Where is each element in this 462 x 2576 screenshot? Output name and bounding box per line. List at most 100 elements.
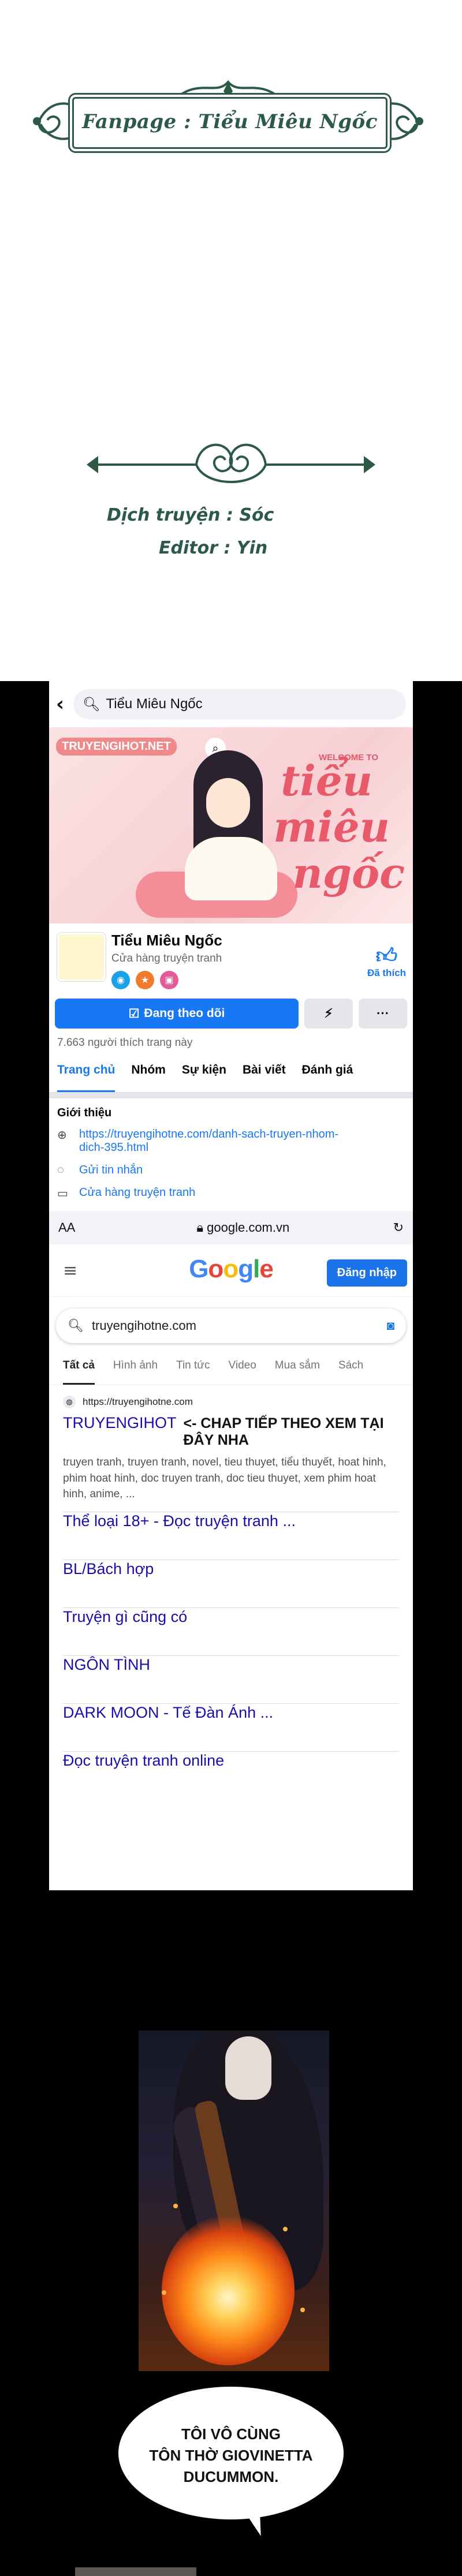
phone-screenshot: ‹ 🔍︎ Tiểu Miêu Ngốc TRUYENGIHOT.NET ⌕ WE…: [49, 681, 413, 1890]
sitelink[interactable]: Truyện gì cũng có: [63, 1607, 399, 1655]
search-icon: 🔍︎: [83, 696, 100, 712]
fanpage-title: Fanpage : Tiểu Miêu Ngốc: [82, 110, 378, 133]
globe-badge-icon: ◉: [111, 971, 130, 989]
cover-girl-face: [206, 778, 250, 828]
globe-icon: ⊕: [57, 1129, 67, 1142]
intro-website-link[interactable]: https://truyengihotne.com/danh-sach-truy…: [79, 1128, 338, 1154]
intro-message-row[interactable]: ◌ Gửi tin nhắn: [49, 1159, 413, 1182]
section-separator: [49, 1093, 413, 1098]
like-label: Đã thích: [367, 967, 406, 978]
intro-website-row[interactable]: ⊕ https://truyengihotne.com/danh-sach-tr…: [49, 1123, 413, 1159]
send-message-link[interactable]: Gửi tin nhắn: [79, 1164, 143, 1177]
next-panel-edge: [75, 2567, 196, 2576]
address-url[interactable]: 🔒︎ google.com.vn: [93, 1220, 393, 1235]
messenger-outline-icon: ◌: [57, 1164, 64, 1176]
page-tabs: Trang chủ Nhóm Sự kiện Bài viết Đánh giá: [49, 1057, 413, 1093]
tab-groups[interactable]: Nhóm: [131, 1063, 166, 1092]
cover-photo[interactable]: TRUYENGIHOT.NET ⌕ WELCOME TO tiểu miêu n…: [49, 727, 413, 924]
result-site[interactable]: ◍ https://truyengihotne.com: [49, 1385, 413, 1412]
more-label: ···: [377, 1006, 389, 1020]
speech-bubble: TÔI VÔ CÙNG TÔN THỜ GIOVINETTA DUCUMMON.: [118, 2387, 344, 2519]
tab-home[interactable]: Trang chủ: [57, 1063, 116, 1092]
speech-line-2: TÔN THỜ GIOVINETTA: [149, 2446, 313, 2464]
torch-fire: [162, 2215, 295, 2365]
likes-count: 7.663 người thích trang này: [57, 1037, 193, 1049]
google-tab-video[interactable]: Video: [229, 1359, 256, 1385]
page-profile: Tiểu Miêu Ngốc Cửa hàng truyện tranh ◉ ★…: [49, 924, 413, 999]
speech-text: TÔI VÔ CÙNG TÔN THỜ GIOVINETTA DUCUMMON.: [118, 2424, 344, 2488]
next-chapter-overlay: <- CHAP TIẾP THEO XEM TẠI ĐÂY NHA: [183, 1415, 384, 1448]
messenger-icon: ⚡︎: [324, 1006, 333, 1020]
google-header: ≡ Google Đăng nhập: [49, 1244, 413, 1297]
page-actions: ☑ Đang theo dõi ⚡︎ ···: [49, 999, 413, 1029]
tab-posts[interactable]: Bài viết: [243, 1063, 286, 1092]
star-badge-icon: ★: [136, 971, 154, 989]
ember: [283, 2227, 288, 2231]
google-query: truyengihotne.com: [91, 1318, 196, 1333]
figure-hood: [225, 2036, 271, 2100]
sitelink[interactable]: DARK MOON - Tế Đàn Ánh ...: [63, 1703, 399, 1751]
text-size-button[interactable]: AA: [58, 1220, 93, 1235]
fanpage-banner: Fanpage : Tiểu Miêu Ngốc: [29, 80, 427, 156]
cover-script-3: ngốc: [292, 848, 405, 898]
google-tab-all[interactable]: Tất cả: [63, 1359, 95, 1385]
google-search-icon: 🔍︎: [68, 1318, 84, 1333]
google-tabs: Tất cả Hình ảnh Tin tức Video Mua sắm Sá…: [49, 1343, 413, 1385]
tab-reviews[interactable]: Đánh giá: [302, 1063, 353, 1092]
credits-section: Fanpage : Tiểu Miêu Ngốc Dịch truyện : S…: [0, 0, 462, 681]
page-name[interactable]: Tiểu Miêu Ngốc: [111, 932, 222, 949]
more-button[interactable]: ···: [359, 999, 407, 1029]
speech-line-3: DUCUMMON.: [183, 2467, 279, 2485]
facebook-search-text: Tiểu Miêu Ngốc: [106, 696, 203, 712]
store-category-link[interactable]: Cửa hàng truyện tranh: [79, 1186, 195, 1199]
google-tab-images[interactable]: Hình ảnh: [113, 1359, 158, 1385]
intro-store-row[interactable]: ▭ Cửa hàng truyện tranh: [49, 1182, 413, 1205]
messenger-button[interactable]: ⚡︎: [304, 999, 353, 1029]
cover-girl-body: [185, 837, 277, 900]
store-icon: ▭: [57, 1187, 68, 1200]
editor-credit: Editor : Yin: [159, 538, 268, 558]
translator-credit: Dịch truyện : Sóc: [107, 505, 274, 525]
ornament-divider-icon: [87, 443, 375, 483]
page-badges: ◉ ★ ▣: [111, 971, 178, 989]
result-site-url: https://truyengihotne.com: [83, 1396, 193, 1407]
ember: [300, 2308, 305, 2312]
cover-watermark: TRUYENGIHOT.NET: [56, 738, 177, 756]
cover-script-1: tiểu: [281, 756, 372, 805]
ember: [173, 2204, 178, 2208]
sitelink[interactable]: NGÔN TÌNH: [63, 1655, 399, 1703]
facebook-topbar: ‹ 🔍︎ Tiểu Miêu Ngốc: [49, 681, 413, 727]
lock-icon: 🔒︎: [196, 1220, 207, 1235]
follow-check-icon: ☑: [128, 1007, 140, 1020]
comic-panel: [139, 2031, 329, 2371]
reload-icon[interactable]: ↻: [393, 1220, 404, 1235]
google-login-button[interactable]: Đăng nhập: [326, 1259, 407, 1287]
camera-lens-icon[interactable]: ◙: [387, 1318, 394, 1333]
site-favicon-icon: ◍: [63, 1396, 76, 1408]
like-button[interactable]: 👍︎ Đã thích: [367, 944, 406, 979]
url-text: google.com.vn: [207, 1220, 290, 1235]
google-tab-news[interactable]: Tin tức: [176, 1359, 210, 1385]
back-arrow-icon[interactable]: ‹: [56, 693, 68, 716]
facebook-search-bar[interactable]: 🔍︎ Tiểu Miêu Ngốc: [73, 689, 406, 719]
speech-line-1: TÔI VÔ CÙNG: [181, 2425, 281, 2443]
sitelink[interactable]: BL/Bách hợp: [63, 1559, 399, 1607]
tab-events[interactable]: Sự kiện: [182, 1063, 226, 1092]
thumbs-up-icon: 👍︎: [375, 944, 398, 967]
intro-link-line2: dich-395.html: [79, 1141, 149, 1154]
following-button[interactable]: ☑ Đang theo dõi: [55, 999, 299, 1029]
result-snippet: truyen tranh, truyen tranh, novel, tieu …: [63, 1456, 386, 1501]
page-avatar[interactable]: [57, 933, 106, 981]
ember: [162, 2290, 166, 2295]
google-search-box[interactable]: 🔍︎ truyengihotne.com ◙: [56, 1308, 406, 1343]
intro-heading: Giới thiệu: [57, 1106, 112, 1119]
banner-frame: Fanpage : Tiểu Miêu Ngốc: [72, 97, 388, 149]
google-tab-books[interactable]: Sách: [338, 1359, 363, 1385]
intro-link-line1: https://truyengihotne.com/danh-sach-truy…: [79, 1128, 339, 1141]
google-tab-shopping[interactable]: Mua sắm: [275, 1359, 320, 1385]
sitelink[interactable]: Thể loại 18+ - Đọc truyện tranh ...: [63, 1511, 399, 1560]
result-title[interactable]: TRUYENGIHOT: [63, 1414, 177, 1432]
browser-address-bar[interactable]: AA 🔒︎ google.com.vn ↻: [49, 1211, 413, 1244]
page-category: Cửa hàng truyện tranh: [111, 952, 222, 964]
sitelink[interactable]: Đọc truyện tranh online: [63, 1751, 399, 1799]
